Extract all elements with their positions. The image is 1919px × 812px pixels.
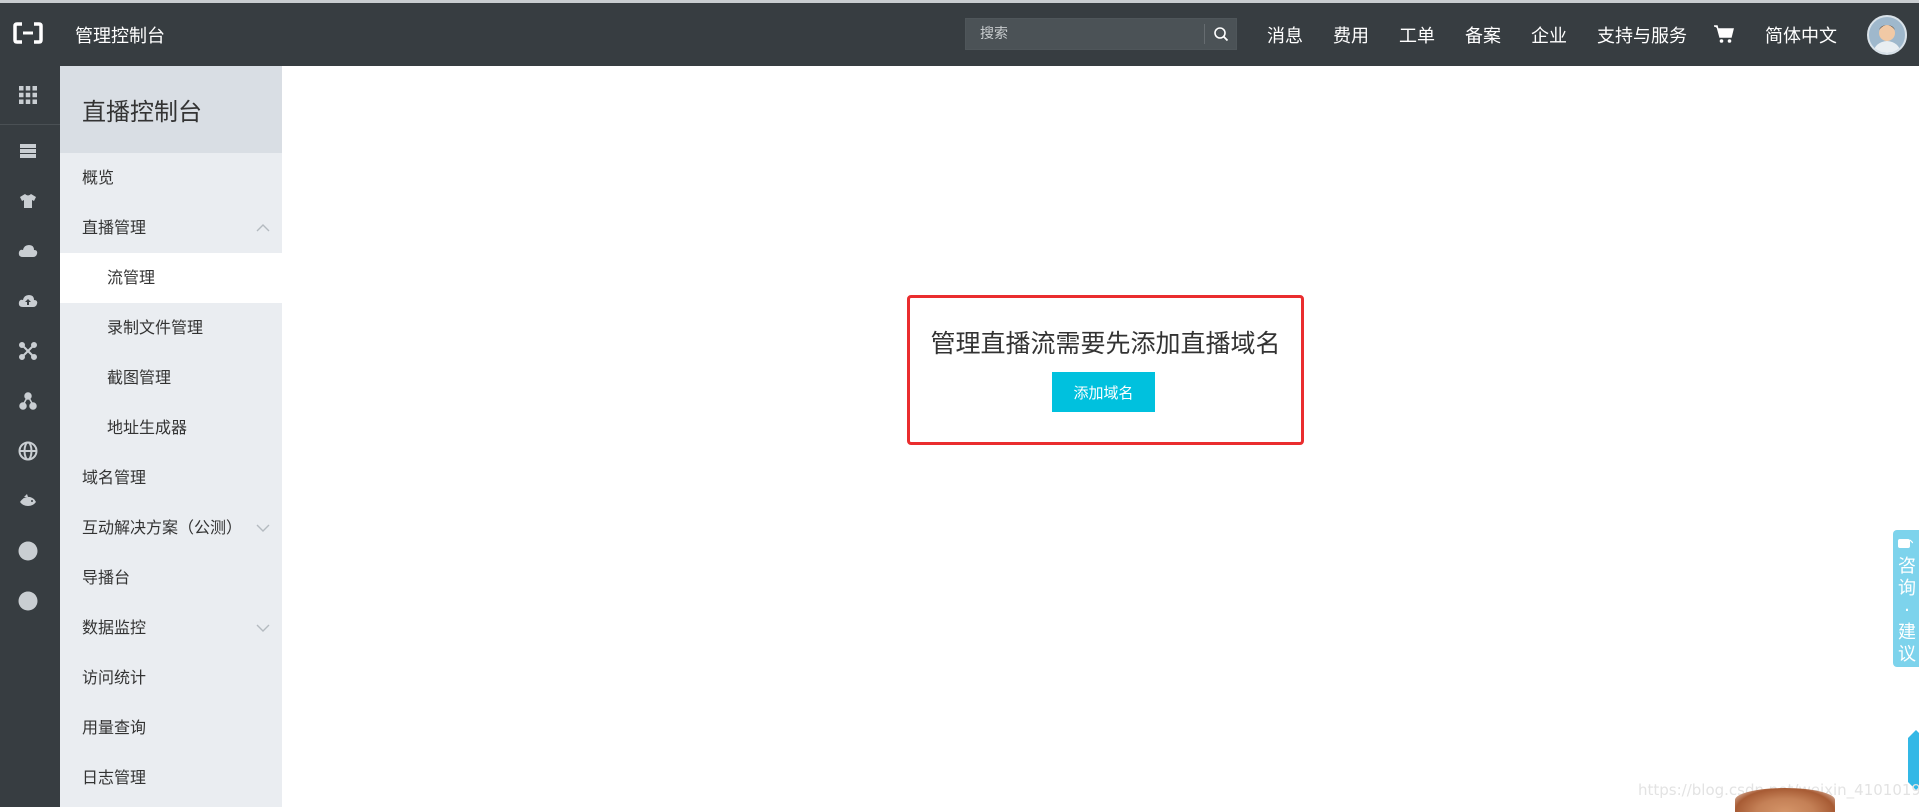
live-console-sidebar: 直播控制台 概览 直播管理 流管理 录制文件管理 截图管理 地址生成器 域名管理… [60, 66, 282, 807]
menu-interactive-solution[interactable]: 互动解决方案（公测） [60, 503, 282, 553]
menu-director-console-label: 导播台 [82, 568, 131, 587]
app-title[interactable]: 管理控制台 [75, 22, 165, 48]
circle-icon[interactable] [15, 538, 41, 564]
nav-billing[interactable]: 费用 [1333, 22, 1369, 48]
shirt-icon[interactable] [15, 188, 41, 214]
chat-icon [1898, 539, 1913, 548]
chevron-down-icon [256, 624, 270, 632]
empty-state-message: 管理直播流需要先添加直播域名 [930, 329, 1281, 358]
network-icon[interactable] [15, 338, 41, 364]
menu-usage-query[interactable]: 用量查询 [60, 703, 282, 753]
menu-address-generator-label: 地址生成器 [107, 418, 188, 437]
fish-icon[interactable] [15, 488, 41, 514]
search-divider [1204, 24, 1205, 44]
floating-mascot-image [1735, 788, 1835, 812]
menu-screenshot-management-label: 截图管理 [107, 368, 172, 387]
nav-tickets[interactable]: 工单 [1399, 22, 1435, 48]
menu-director-console[interactable]: 导播台 [60, 553, 282, 603]
user-avatar[interactable] [1867, 15, 1907, 55]
menu-log-management-label: 日志管理 [82, 768, 147, 787]
menu-usage-query-label: 用量查询 [82, 718, 147, 737]
cart-icon[interactable] [1713, 24, 1735, 44]
consult-label: 咨询·建议 [1898, 556, 1916, 665]
menu-recording-files-label: 录制文件管理 [107, 318, 204, 337]
menu-data-monitoring-label: 数据监控 [82, 618, 147, 637]
menu-screenshot-management[interactable]: 截图管理 [60, 353, 282, 403]
cluster-icon[interactable] [15, 388, 41, 414]
chevron-down-icon [256, 524, 270, 532]
nav-messages[interactable]: 消息 [1267, 22, 1303, 48]
search-button[interactable] [1206, 19, 1236, 49]
search-icon [1214, 27, 1229, 42]
menu-access-statistics[interactable]: 访问统计 [60, 653, 282, 703]
menu-domain-management-label: 域名管理 [82, 468, 147, 487]
server-icon[interactable] [15, 138, 41, 164]
menu-address-generator[interactable]: 地址生成器 [60, 403, 282, 453]
menu-access-statistics-label: 访问统计 [82, 668, 147, 687]
search-input[interactable] [966, 19, 1204, 49]
menu-domain-management[interactable]: 域名管理 [60, 453, 282, 503]
circle-icon[interactable] [15, 588, 41, 614]
sidebar-header: 直播控制台 [60, 66, 282, 153]
menu-live-management-label: 直播管理 [82, 218, 147, 237]
menu-stream-management-label: 流管理 [107, 268, 156, 287]
search-box [965, 18, 1237, 50]
menu-log-management[interactable]: 日志管理 [60, 753, 282, 803]
globe-icon[interactable] [15, 438, 41, 464]
menu-overview[interactable]: 概览 [60, 153, 282, 203]
menu-data-monitoring[interactable]: 数据监控 [60, 603, 282, 653]
sidebar-title: 直播控制台 [82, 98, 202, 126]
language-switch[interactable]: 简体中文 [1765, 22, 1837, 48]
menu-recording-files[interactable]: 录制文件管理 [60, 303, 282, 353]
rail-divider [0, 124, 60, 125]
nav-enterprise[interactable]: 企业 [1531, 22, 1567, 48]
aliyun-logo-icon[interactable] [10, 19, 46, 47]
menu-live-management[interactable]: 直播管理 [60, 203, 282, 253]
empty-state-panel: 管理直播流需要先添加直播域名 添加域名 [907, 295, 1304, 445]
apps-grid-icon[interactable] [15, 82, 41, 108]
cloud-icon[interactable] [15, 238, 41, 264]
nav-support[interactable]: 支持与服务 [1597, 22, 1687, 48]
consult-feedback-widget[interactable]: 咨询·建议 [1893, 530, 1919, 667]
nav-filing[interactable]: 备案 [1465, 22, 1501, 48]
menu-stream-management[interactable]: 流管理 [60, 253, 282, 303]
add-domain-button[interactable]: 添加域名 [1052, 372, 1155, 412]
top-navbar: 管理控制台 消息 费用 工单 备案 企业 支持与服务 简体中文 [0, 0, 1919, 66]
chevron-up-icon [256, 224, 270, 232]
menu-overview-label: 概览 [82, 168, 115, 187]
cloud-upload-icon[interactable] [15, 288, 41, 314]
menu-interactive-solution-label: 互动解决方案（公测） [82, 518, 243, 537]
product-icon-rail [0, 66, 60, 807]
